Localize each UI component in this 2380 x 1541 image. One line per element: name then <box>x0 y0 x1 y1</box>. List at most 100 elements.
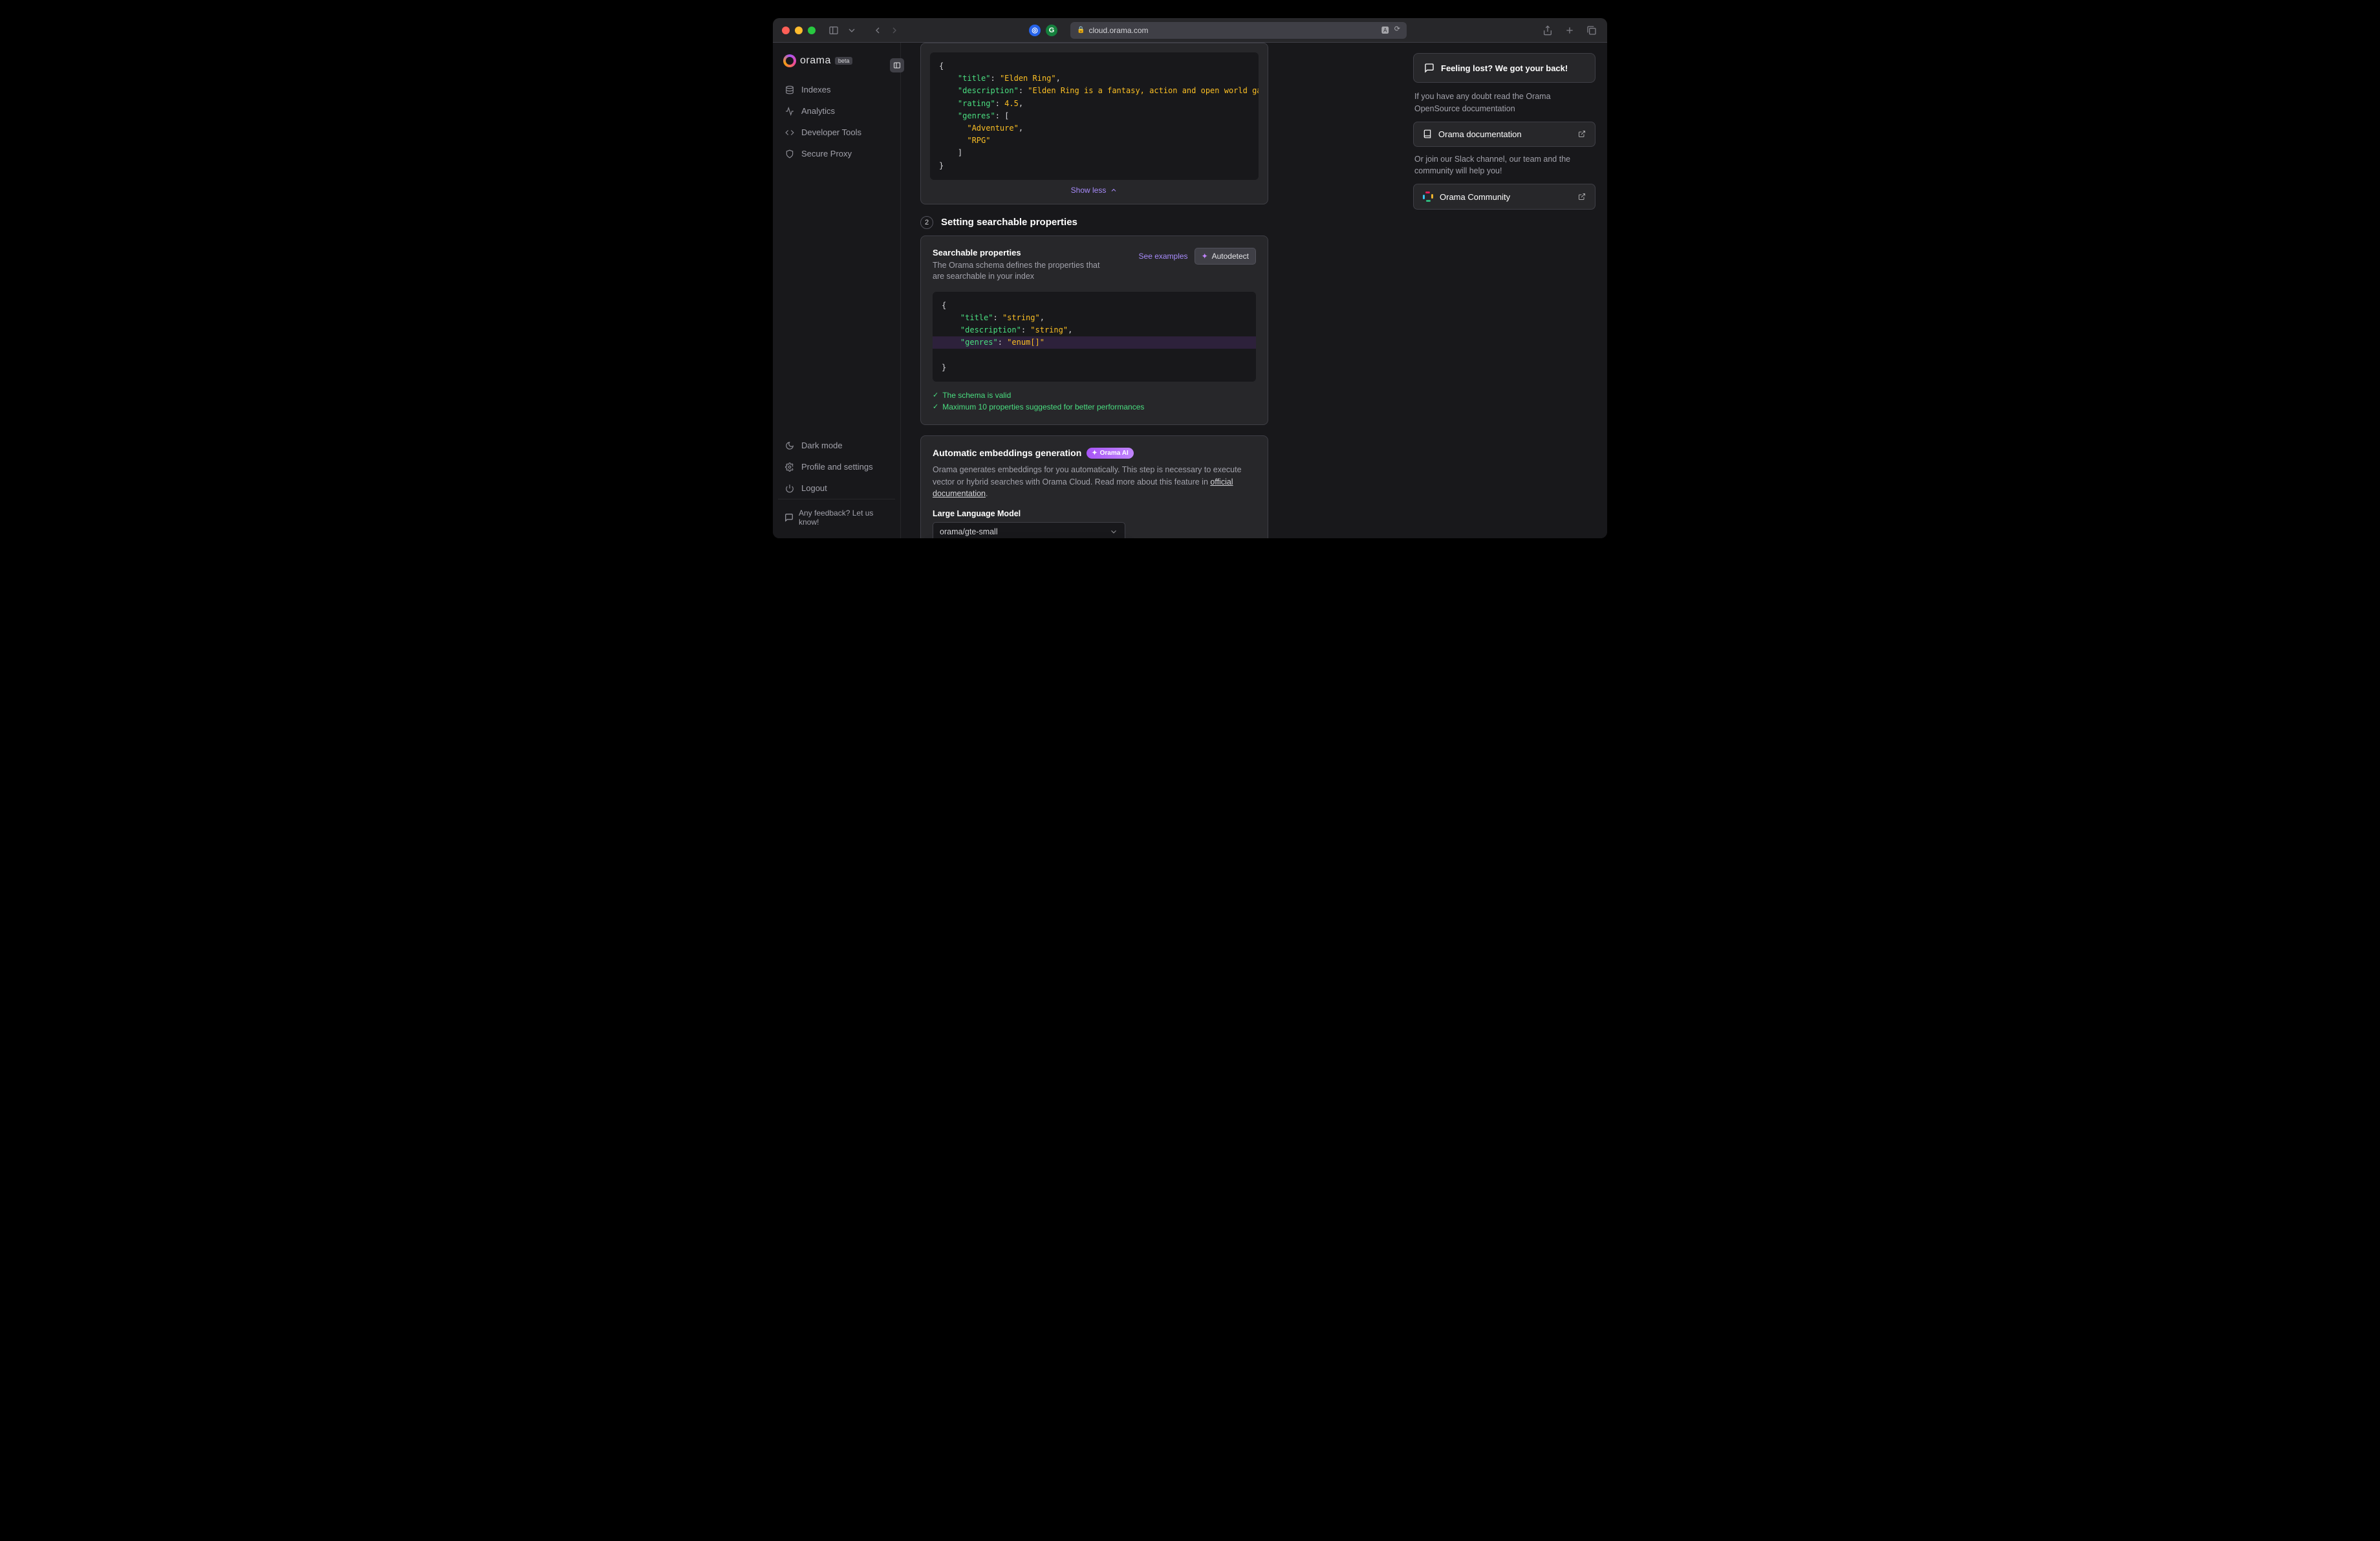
url-bar[interactable]: 🔒 cloud.orama.com 🅰 ⟳ <box>1070 22 1407 39</box>
step-2-header: 2 Setting searchable properties <box>920 216 1268 229</box>
check-icon: ✓ <box>933 402 938 411</box>
validations: ✓ The schema is valid ✓ Maximum 10 prope… <box>933 389 1256 413</box>
maximize-window[interactable] <box>808 27 816 34</box>
help-header-card: Feeling lost? We got your back! <box>1413 53 1596 83</box>
embeddings-title-row: Automatic embeddings generation ✦ Orama … <box>933 448 1256 459</box>
header-actions: See examples ✦ Autodetect <box>1139 248 1256 265</box>
sidebar-item-indexes[interactable]: Indexes <box>778 79 895 100</box>
sidebar-item-devtools[interactable]: Developer Tools <box>778 122 895 143</box>
lifebuoy-icon <box>1424 63 1434 73</box>
logo-mark-icon <box>783 54 796 67</box>
chevron-up-icon <box>1110 186 1118 194</box>
slack-icon <box>1423 191 1433 202</box>
nav-list-top: Indexes Analytics Developer Tools Secure… <box>778 79 895 164</box>
sidebar: orama beta Indexes Analytics Developer T… <box>773 43 901 538</box>
code-icon <box>784 128 795 137</box>
external-link-icon <box>1578 193 1586 201</box>
show-less-link[interactable]: Show less <box>1071 186 1118 195</box>
json-preview-card: { "title": "Elden Ring", "description": … <box>920 43 1268 204</box>
slack-link-card[interactable]: Orama Community <box>1413 184 1596 210</box>
minimize-window[interactable] <box>795 27 803 34</box>
sidebar-item-profile[interactable]: Profile and settings <box>778 456 895 477</box>
tabs-icon[interactable] <box>1585 24 1598 37</box>
new-tab-icon[interactable] <box>1563 24 1576 37</box>
browser-window: ◎ G 🔒 cloud.orama.com 🅰 ⟳ <box>773 18 1607 538</box>
help-panel: Feeling lost? We got your back! If you h… <box>1413 43 1607 538</box>
share-icon[interactable] <box>1541 24 1554 37</box>
sidebar-item-label: Dark mode <box>801 441 843 450</box>
logo[interactable]: orama beta <box>778 52 895 79</box>
sidebar-item-darkmode[interactable]: Dark mode <box>778 435 895 456</box>
autodetect-button[interactable]: ✦ Autodetect <box>1195 248 1256 265</box>
main-content: { "title": "Elden Ring", "description": … <box>901 43 1413 538</box>
external-link-icon <box>1578 130 1586 138</box>
sidebar-item-label: Developer Tools <box>801 127 861 137</box>
book-icon <box>1423 129 1432 138</box>
sparkle-icon: ✦ <box>1092 450 1097 457</box>
url-text: cloud.orama.com <box>1088 26 1148 35</box>
llm-select[interactable]: orama/gte-small <box>933 522 1125 538</box>
llm-selected-value: orama/gte-small <box>940 527 998 536</box>
docs-link-card[interactable]: Orama documentation <box>1413 122 1596 147</box>
extension-icons: ◎ G <box>1029 25 1057 36</box>
schema-editor[interactable]: { "title": "string", "description": "str… <box>933 292 1256 382</box>
feedback-link[interactable]: Any feedback? Let us know! <box>778 499 895 529</box>
forward-button[interactable] <box>888 24 901 37</box>
chevron-down-icon[interactable] <box>845 24 858 37</box>
extension-1password-icon[interactable]: ◎ <box>1029 25 1041 36</box>
feedback-label: Any feedback? Let us know! <box>799 508 889 527</box>
sidebar-toggle-icon[interactable] <box>827 24 840 37</box>
sidebar-collapse-button[interactable] <box>890 58 904 72</box>
help-slack-text: Or join our Slack channel, our team and … <box>1413 153 1596 178</box>
chevron-down-icon <box>1109 527 1118 536</box>
sidebar-toggle-group <box>827 24 858 37</box>
schema-code: { "title": "string", "description": "str… <box>933 292 1256 382</box>
see-examples-link[interactable]: See examples <box>1139 252 1188 261</box>
sidebar-item-label: Profile and settings <box>801 462 873 472</box>
sidebar-item-label: Analytics <box>801 106 835 116</box>
sidebar-bottom: Dark mode Profile and settings Logout An… <box>778 435 895 529</box>
orama-ai-badge: ✦ Orama AI <box>1087 448 1133 459</box>
gear-icon <box>784 463 795 472</box>
validation-valid: ✓ The schema is valid <box>933 389 1256 401</box>
moon-icon <box>784 441 795 450</box>
close-window[interactable] <box>782 27 790 34</box>
sidebar-item-label: Indexes <box>801 85 831 94</box>
llm-field-label: Large Language Model <box>933 509 1256 518</box>
embeddings-title: Automatic embeddings generation <box>933 448 1081 458</box>
llm-select-wrap: orama/gte-small openai/text-embedding-ad… <box>933 522 1256 538</box>
app-content: orama beta Indexes Analytics Developer T… <box>773 43 1607 538</box>
reload-icon[interactable]: ⟳ <box>1394 25 1400 36</box>
sidebar-item-logout[interactable]: Logout <box>778 477 895 499</box>
step-number-badge: 2 <box>920 216 933 229</box>
chart-icon <box>784 107 795 116</box>
chat-icon <box>784 513 794 522</box>
sparkle-icon: ✦ <box>1202 252 1208 261</box>
searchable-properties-card: Searchable properties The Orama schema d… <box>920 235 1268 425</box>
embeddings-card: Automatic embeddings generation ✦ Orama … <box>920 435 1268 538</box>
back-button[interactable] <box>871 24 884 37</box>
card-description: The Orama schema defines the properties … <box>933 260 1101 283</box>
json-preview-code: { "title": "Elden Ring", "description": … <box>930 52 1259 180</box>
nav-arrows <box>871 24 901 37</box>
shield-icon <box>784 149 795 158</box>
traffic-lights <box>782 27 816 34</box>
sidebar-item-proxy[interactable]: Secure Proxy <box>778 143 895 164</box>
validation-perf: ✓ Maximum 10 properties suggested for be… <box>933 401 1256 413</box>
help-doc-text: If you have any doubt read the Orama Ope… <box>1413 91 1596 115</box>
step-title: Setting searchable properties <box>941 217 1077 228</box>
card-header: Searchable properties The Orama schema d… <box>933 248 1256 283</box>
power-icon <box>784 484 795 493</box>
help-header-text: Feeling lost? We got your back! <box>1441 63 1568 73</box>
translate-icon[interactable]: 🅰 <box>1381 25 1389 36</box>
docs-link-label: Orama documentation <box>1438 129 1522 139</box>
database-icon <box>784 85 795 94</box>
check-icon: ✓ <box>933 391 938 399</box>
titlebar: ◎ G 🔒 cloud.orama.com 🅰 ⟳ <box>773 18 1607 43</box>
sidebar-item-label: Logout <box>801 483 827 493</box>
embeddings-description: Orama generates embeddings for you autom… <box>933 464 1256 500</box>
titlebar-right <box>1541 24 1598 37</box>
sidebar-item-analytics[interactable]: Analytics <box>778 100 895 122</box>
extension-grammarly-icon[interactable]: G <box>1046 25 1057 36</box>
card-title: Searchable properties <box>933 248 1101 257</box>
